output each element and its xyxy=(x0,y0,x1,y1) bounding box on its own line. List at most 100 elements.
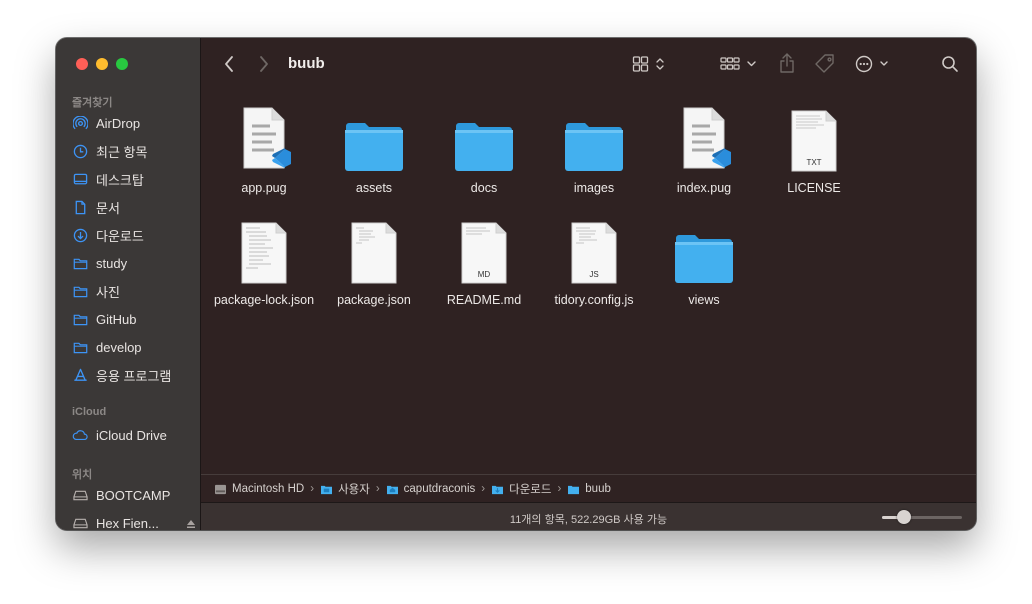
path-segment-label: buub xyxy=(585,483,611,495)
airdrop-icon xyxy=(72,115,88,131)
sidebar-item-hex-fiend[interactable]: Hex Fien... xyxy=(72,512,218,530)
folder-icon xyxy=(72,311,88,327)
file-item-package-json[interactable]: package.json xyxy=(319,214,429,308)
file-grid: app.pug assets docs images index.pug TXT… xyxy=(201,90,976,473)
text-document-icon: TXT xyxy=(759,102,869,172)
file-item-assets[interactable]: assets xyxy=(319,102,429,196)
status-bar: 11개의 항목, 522.29GB 사용 가능 xyxy=(201,502,976,530)
zoom-button[interactable] xyxy=(116,58,128,70)
download-folder-icon xyxy=(492,485,504,494)
sidebar-item-bootcamp[interactable]: BOOTCAMP xyxy=(72,484,170,506)
sidebar-item-develop[interactable]: develop xyxy=(72,336,142,358)
path-segment-users[interactable]: 사용자 xyxy=(320,481,370,497)
sidebar-item-label: 문서 xyxy=(96,200,120,216)
sidebar-item-label: 사진 xyxy=(96,284,120,300)
file-item-images[interactable]: images xyxy=(539,102,649,196)
sidebar-item-label: Hex Fien... xyxy=(96,515,159,531)
group-button[interactable] xyxy=(719,53,759,75)
icon-grid-icon xyxy=(632,56,664,72)
file-name: README.md xyxy=(446,293,522,307)
sidebar-item-downloads[interactable]: 다운로드 xyxy=(72,224,144,246)
eject-icon[interactable] xyxy=(186,517,196,530)
cloud-icon xyxy=(72,427,88,443)
file-item-license[interactable]: TXT LICENSE xyxy=(759,102,869,196)
file-type-badge: JS xyxy=(589,270,599,279)
home-folder-icon xyxy=(386,485,398,494)
path-segment-label: Macintosh HD xyxy=(232,483,305,495)
disk-icon xyxy=(72,487,88,503)
file-type-badge: TXT xyxy=(806,158,822,167)
minimize-button[interactable] xyxy=(96,58,108,70)
desktop-icon xyxy=(72,171,88,187)
sidebar-item-icloud-drive[interactable]: iCloud Drive xyxy=(72,424,167,446)
folder-icon xyxy=(429,102,539,172)
file-item-package-lock-json[interactable]: package-lock.json xyxy=(209,214,319,308)
file-item-docs[interactable]: docs xyxy=(429,102,539,196)
path-segment-label: 다운로드 xyxy=(509,484,552,496)
sidebar-item-desktop[interactable]: 데스크탑 xyxy=(72,168,144,190)
path-segment-macintosh-hd[interactable]: Macintosh HD xyxy=(214,483,304,495)
document-icon xyxy=(72,199,88,215)
file-item-views[interactable]: views xyxy=(649,214,759,308)
window-controls xyxy=(76,58,128,70)
download-icon xyxy=(72,227,88,243)
json-document-icon xyxy=(319,214,429,284)
path-separator: › xyxy=(375,483,380,495)
file-type-badge: MD xyxy=(477,270,491,279)
icon-size-slider[interactable] xyxy=(882,510,962,524)
vscode-document-icon xyxy=(209,102,319,172)
file-item-tidory-config-js[interactable]: JS tidory.config.js xyxy=(539,214,649,308)
share-icon xyxy=(780,53,794,73)
sidebar-item-study[interactable]: study xyxy=(72,252,127,274)
file-name: package-lock.json xyxy=(213,293,315,307)
hard-drive-icon xyxy=(215,484,226,494)
icon-size-slider-knob[interactable] xyxy=(897,510,911,524)
sidebar-item-label: develop xyxy=(96,339,142,355)
path-separator: › xyxy=(481,483,486,495)
path-segment-home[interactable]: caputdraconis xyxy=(386,483,476,495)
file-item-index-pug[interactable]: index.pug xyxy=(649,102,759,196)
file-name: app.pug xyxy=(241,181,287,195)
share-button[interactable] xyxy=(776,51,798,75)
close-button[interactable] xyxy=(76,58,88,70)
sidebar-item-label: BOOTCAMP xyxy=(96,487,171,503)
tag-icon xyxy=(815,54,834,73)
path-segment-downloads[interactable]: 다운로드 xyxy=(491,481,551,497)
search-button[interactable] xyxy=(939,53,961,75)
file-item-readme-md[interactable]: MD README.md xyxy=(429,214,539,308)
file-name: views xyxy=(688,293,720,307)
disk-icon xyxy=(72,515,88,530)
forward-button[interactable] xyxy=(254,54,274,74)
sidebar-item-recents[interactable]: 최근 항목 xyxy=(72,140,147,162)
group-grid-icon xyxy=(720,57,756,70)
icloud-heading: iCloud xyxy=(72,406,107,418)
folder-icon xyxy=(319,102,429,172)
sidebar-item-photos[interactable]: 사진 xyxy=(72,280,120,302)
finder-window: 즐겨찾기 AirDrop 최근 항목 데스크탑 문서 다운로드 study 사진… xyxy=(56,38,976,530)
tags-button[interactable] xyxy=(813,52,837,76)
sidebar-item-airdrop[interactable]: AirDrop xyxy=(72,112,140,134)
back-button[interactable] xyxy=(219,54,239,74)
sidebar-item-documents[interactable]: 문서 xyxy=(72,196,120,218)
clock-icon xyxy=(72,143,88,159)
json-document-icon xyxy=(209,214,319,284)
sidebar-item-applications[interactable]: 응용 프로그램 xyxy=(72,364,171,386)
locations-heading: 위치 xyxy=(72,469,93,481)
folder-icon xyxy=(72,283,88,299)
sidebar-item-label: 다운로드 xyxy=(96,228,144,244)
path-bar: Macintosh HD › 사용자 › caputdraconis › 다운로… xyxy=(201,474,976,503)
action-menu-button[interactable] xyxy=(854,53,890,75)
path-segment-buub[interactable]: buub xyxy=(567,483,611,495)
file-name: package.json xyxy=(337,293,411,307)
folder-icon xyxy=(649,214,759,284)
file-item-app-pug[interactable]: app.pug xyxy=(209,102,319,196)
window-title: buub xyxy=(288,55,325,72)
sidebar-item-github[interactable]: GitHub xyxy=(72,308,136,330)
view-mode-button[interactable] xyxy=(629,53,669,75)
folder-icon xyxy=(568,485,580,494)
file-name: docs xyxy=(470,181,498,195)
sidebar-item-label: 최근 항목 xyxy=(96,144,148,160)
path-segment-label: caputdraconis xyxy=(403,483,476,495)
ellipsis-circle-icon xyxy=(855,55,888,73)
path-separator: › xyxy=(310,483,315,495)
